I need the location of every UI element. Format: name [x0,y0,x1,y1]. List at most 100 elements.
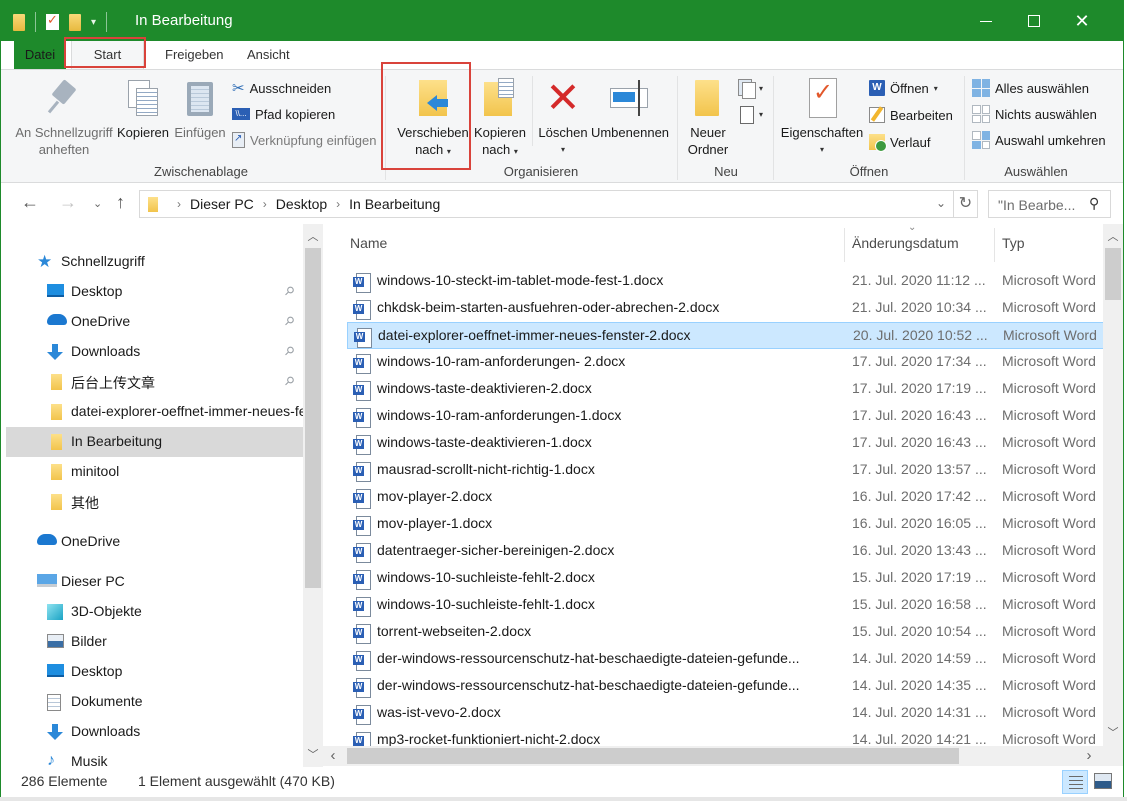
file-row[interactable]: der-windows-ressourcenschutz-hat-beschae… [347,673,1103,700]
column-divider[interactable] [844,228,845,262]
nav-item[interactable]: Bilder [1,627,303,657]
edit-button[interactable]: Bearbeiten [869,105,953,125]
new-folder-icon[interactable] [69,13,81,31]
invert-selection-button[interactable]: Auswahl umkehren [972,130,1106,150]
file-row[interactable]: mausrad-scrollt-nicht-richtig-1.docx 17. … [347,457,1103,484]
nav-item[interactable]: Downloads [1,717,303,747]
file-row[interactable]: datentraeger-sicher-bereinigen-2.docx 16.… [347,538,1103,565]
nav-item[interactable]: ♪ Musik [1,747,303,767]
file-list-vertical-scrollbar[interactable]: ︿ ﹀ [1103,224,1123,746]
group-divider [677,76,678,180]
file-row[interactable]: der-windows-ressourcenschutz-hat-beschae… [347,646,1103,673]
column-divider[interactable] [994,228,995,262]
forward-button[interactable]: → [59,192,77,213]
file-row[interactable]: windows-10-steckt-im-tablet-mode-fest-1.… [347,268,1103,295]
file-name: windows-taste-deaktivieren-1.docx [377,434,592,450]
customize-qat-icon[interactable]: ▾ [91,17,96,28]
properties-icon[interactable] [46,12,59,30]
scroll-up-icon[interactable]: ︿ [303,228,323,244]
tab-datei[interactable]: Datei [14,41,66,69]
new-item-button[interactable]: ▾ [736,78,763,99]
file-row[interactable]: chkdsk-beim-starten-ausfuehren-oder-abre… [347,295,1103,322]
nav-item[interactable]: Desktop [1,657,303,687]
file-row[interactable]: torrent-webseiten-2.docx 15. Jul. 2020 10… [347,619,1103,646]
scrollbar-thumb[interactable] [347,748,959,764]
search-input[interactable]: "In Bearbe... ⚲ [988,190,1111,218]
nav-item[interactable]: Dokumente [1,687,303,717]
column-header-date[interactable]: Änderungsdatum [852,224,959,262]
paste-shortcut-button[interactable]: Verknüpfung einfügen [232,130,377,150]
nav-item[interactable]: OneDrive ⚲ [1,307,303,337]
file-list-horizontal-scrollbar[interactable]: ‹ › [323,746,1103,766]
file-row[interactable]: windows-10-ram-anforderungen- 2.docx 17. … [347,349,1103,376]
scroll-right-icon[interactable]: › [1079,747,1099,764]
pin-to-quick-access-button[interactable]: An Schnellzugriff anheften [13,78,115,158]
scrollbar-thumb[interactable] [305,248,321,588]
file-row[interactable]: windows-taste-deaktivieren-1.docx 17. Jul… [347,430,1103,457]
nav-item[interactable]: 其他 [1,487,303,517]
breadcrumb-item[interactable]: Desktop [276,196,327,212]
nav-item[interactable]: OneDrive [1,527,303,557]
refresh-button[interactable]: ↻ [954,190,978,218]
nav-item[interactable]: minitool [1,457,303,487]
history-button[interactable]: Verlauf [869,132,930,152]
breadcrumb-item[interactable]: In Bearbeitung [349,196,440,212]
file-row[interactable]: windows-10-suchleiste-fehlt-2.docx 15. Ju… [347,565,1103,592]
file-row[interactable]: datei-explorer-oeffnet-immer-neues-fenst… [347,322,1103,349]
tab-ansicht[interactable]: Ansicht [235,41,302,69]
recent-locations-button[interactable]: ⌄ [93,197,102,210]
nav-item[interactable]: 3D-Objekte [1,597,303,627]
address-bar[interactable]: › Dieser PC › Desktop › In Bearbeitung ⌄ [139,190,954,218]
copy-path-button[interactable]: \\... Pfad kopieren [232,104,335,124]
copy-button[interactable]: Kopieren [115,78,171,141]
easy-access-button[interactable]: ▾ [736,104,763,124]
minimize-button[interactable] [963,1,1009,41]
scrollbar-thumb[interactable] [1105,248,1121,300]
nav-item[interactable]: 后台上传文章 ⚲ [1,367,303,397]
open-button[interactable]: W Öffnen ▾ [869,78,938,98]
close-button[interactable]: ✕ [1059,1,1105,41]
column-header-name[interactable]: Name [350,224,387,262]
cut-button[interactable]: ✂ Ausschneiden [232,78,331,98]
file-row[interactable]: mov-player-2.docx 16. Jul. 2020 17:42 ...… [347,484,1103,511]
maximize-button[interactable] [1011,1,1057,41]
new-folder-button[interactable]: Neuer Ordner [683,78,733,158]
nav-item[interactable]: Dieser PC [1,567,303,597]
select-none-button[interactable]: Nichts auswählen [972,104,1097,124]
scroll-up-icon[interactable]: ︿ [1103,228,1123,244]
move-to-button[interactable]: Verschieben nach ▾ [395,78,471,160]
chevron-right-icon[interactable]: › [263,197,267,211]
tab-start[interactable]: Start [71,41,144,69]
nav-pane-scrollbar[interactable]: ︿ ﹀ [303,224,323,767]
select-all-button[interactable]: Alles auswählen [972,78,1089,98]
copy-to-button[interactable]: Kopieren nach ▾ [471,78,529,160]
breadcrumb-item[interactable]: Dieser PC [190,196,254,212]
cut-label: Ausschneiden [249,80,332,96]
paste-button[interactable]: Einfügen [173,78,227,141]
scroll-down-icon[interactable]: ﹀ [1103,724,1123,740]
nav-item[interactable]: In Bearbeitung [6,427,303,457]
rename-button[interactable]: Umbenennen [589,78,671,141]
tab-freigeben[interactable]: Freigeben [153,41,236,69]
scroll-down-icon[interactable]: ﹀ [303,746,323,762]
file-row[interactable]: windows-10-suchleiste-fehlt-1.docx 15. Ju… [347,592,1103,619]
file-row[interactable]: was-ist-vevo-2.docx 14. Jul. 2020 14:31 .… [347,700,1103,727]
file-row[interactable]: windows-10-ram-anforderungen-1.docx 17. J… [347,403,1103,430]
details-view-button[interactable] [1062,770,1088,794]
delete-button[interactable]: ✕ Löschen ▾ [537,77,589,158]
column-header-type[interactable]: Typ [1002,224,1025,262]
chevron-right-icon[interactable]: › [336,197,340,211]
file-row[interactable]: windows-taste-deaktivieren-2.docx 17. Jul… [347,376,1103,403]
properties-button[interactable]: Eigenschaften ▾ [779,78,865,158]
back-button[interactable]: ← [21,192,39,213]
scroll-left-icon[interactable]: ‹ [323,747,343,764]
nav-item[interactable]: ★ Schnellzugriff [1,247,303,277]
up-button[interactable]: ↑ [116,192,125,213]
large-icons-view-button[interactable] [1094,773,1112,789]
file-row[interactable]: mp3-rocket-funktioniert-nicht-2.docx 14. … [347,727,1103,746]
nav-item[interactable]: Desktop ⚲ [1,277,303,307]
nav-item[interactable]: Downloads ⚲ [1,337,303,367]
file-row[interactable]: mov-player-1.docx 16. Jul. 2020 16:05 ...… [347,511,1103,538]
chevron-down-icon[interactable]: ⌄ [936,196,946,210]
nav-item[interactable]: datei-explorer-oeffnet-immer-neues-fenst… [1,397,303,427]
